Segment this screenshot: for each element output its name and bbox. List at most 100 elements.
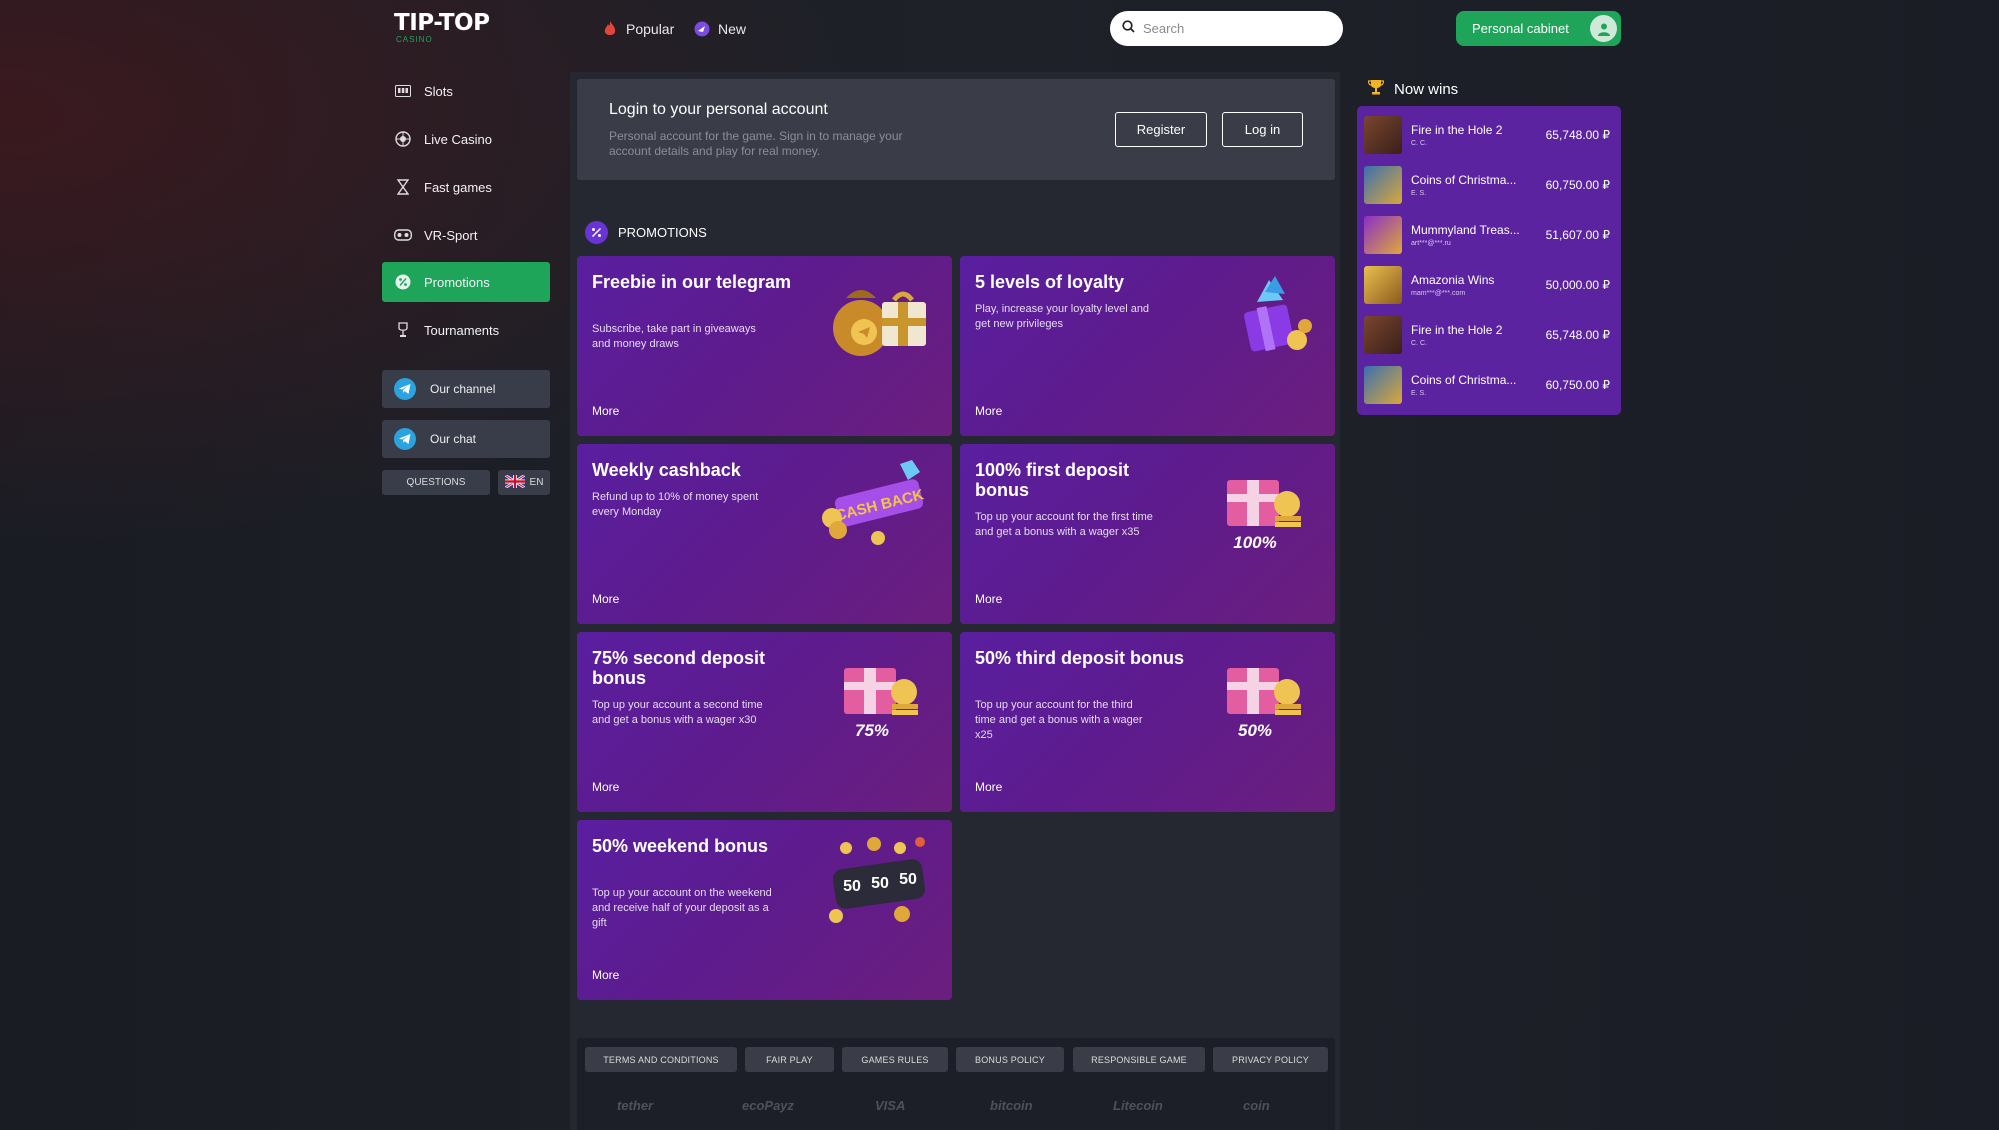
promo-description: Top up your account for the third time a…: [975, 699, 1143, 741]
search-input[interactable]: [1143, 21, 1333, 36]
more-link[interactable]: More: [592, 404, 619, 418]
sidebar-item-tournaments[interactable]: Tournaments: [382, 310, 550, 350]
sidebar-item-label: Slots: [424, 83, 453, 99]
win-amount: 65,748.00 ₽: [1545, 128, 1610, 142]
now-wins-label: Now wins: [1394, 80, 1459, 98]
percent-art-text: 50%: [1238, 721, 1272, 740]
footer-link-fair-play[interactable]: FAIR PLAY: [745, 1047, 834, 1072]
sidebar-item-promotions[interactable]: Promotions: [382, 262, 550, 302]
our-channel-label: Our channel: [430, 382, 496, 396]
win-row[interactable]: Fire in the Hole 2 C. C. 65,748.00 ₽: [1364, 313, 1616, 357]
more-link[interactable]: More: [975, 404, 1002, 418]
search-bar[interactable]: [1110, 11, 1343, 46]
game-thumbnail: [1364, 366, 1402, 404]
game-thumbnail: [1364, 216, 1402, 254]
promo-description: Top up your account a second time and ge…: [592, 699, 763, 726]
footer-link-bonus-policy[interactable]: BONUS POLICY: [956, 1047, 1064, 1072]
register-button[interactable]: Register: [1115, 112, 1207, 147]
our-chat-link[interactable]: Our chat: [382, 420, 550, 458]
telegram-icon: [394, 378, 416, 400]
win-row[interactable]: Coins of Christma... E. S. 60,750.00 ₽: [1364, 363, 1616, 407]
ruble-icon: ₽: [1602, 178, 1610, 192]
footer-link-games-rules[interactable]: GAMES RULES: [842, 1047, 948, 1072]
personal-cabinet-button[interactable]: Personal cabinet: [1456, 11, 1621, 46]
footer-link-responsible-game[interactable]: RESPONSIBLE GAME: [1073, 1047, 1205, 1072]
promo-card-telegram[interactable]: Freebie in our telegram Subscribe, take …: [577, 256, 952, 436]
promo-title: Freebie in our telegram: [592, 272, 792, 292]
win-user: mam***@***.com: [1411, 290, 1466, 297]
tether-logo: tether: [617, 1098, 654, 1113]
win-row[interactable]: Fire in the Hole 2 C. C. 65,748.00 ₽: [1364, 113, 1616, 157]
reel-text: 50: [899, 871, 917, 888]
promo-card-weekend[interactable]: 50% weekend bonus Top up your account on…: [577, 820, 952, 1000]
trophy-icon: [394, 321, 412, 339]
nav-new[interactable]: New: [694, 17, 746, 41]
promotions-heading: PROMOTIONS: [585, 221, 707, 244]
promo-card-loyalty[interactable]: 5 levels of loyalty Play, increase your …: [960, 256, 1335, 436]
hourglass-icon: [394, 178, 412, 196]
percent-art-text: 100%: [1233, 533, 1276, 552]
logo[interactable]: TIP-TOP CASINO: [394, 10, 504, 48]
bitcoin-logo: bitcoin: [990, 1098, 1033, 1113]
ruble-icon: ₽: [1602, 128, 1610, 142]
nav-popular[interactable]: Popular: [602, 17, 674, 41]
footer-link-terms[interactable]: TERMS AND CONDITIONS: [585, 1047, 737, 1072]
win-user: art***@***.ru: [1411, 240, 1451, 247]
game-thumbnail: [1364, 166, 1402, 204]
login-button[interactable]: Log in: [1222, 112, 1303, 147]
win-amount: 60,750.00 ₽: [1545, 178, 1610, 192]
game-thumbnail: [1364, 116, 1402, 154]
promo-card-second-deposit[interactable]: 75% second deposit bonus Top up your acc…: [577, 632, 952, 812]
more-link[interactable]: More: [592, 780, 619, 794]
user-avatar-icon: [1590, 15, 1617, 42]
win-row[interactable]: Mummyland Treas... art***@***.ru 51,607.…: [1364, 213, 1616, 257]
percent-icon: [394, 273, 412, 291]
personal-cabinet-label: Personal cabinet: [1472, 21, 1569, 36]
questions-button[interactable]: QUESTIONS: [382, 470, 490, 495]
telegram-icon: [394, 428, 416, 450]
ruble-icon: ₽: [1602, 228, 1610, 242]
sidebar-item-label: Live Casino: [424, 131, 492, 147]
win-game-name: Mummyland Treas...: [1411, 223, 1520, 237]
more-link[interactable]: More: [592, 968, 619, 982]
promo-description: Refund up to 10% of money spent every Mo…: [592, 491, 759, 518]
sidebar-item-vr-sport[interactable]: VR-Sport: [382, 215, 550, 255]
win-game-name: Amazonia Wins: [1411, 273, 1495, 287]
sidebar-item-slots[interactable]: Slots: [382, 71, 550, 111]
coin-logo: coin: [1243, 1098, 1270, 1113]
promo-card-third-deposit[interactable]: 50% third deposit bonus Top up your acco…: [960, 632, 1335, 812]
gift-box-icon: [1199, 270, 1319, 365]
more-link[interactable]: More: [975, 592, 1002, 606]
slot-machine-icon: [394, 82, 412, 100]
promo-card-cashback[interactable]: Weekly cashback Refund up to 10% of mone…: [577, 444, 952, 624]
nav-new-label: New: [718, 21, 747, 37]
promo-description: Subscribe, take part in giveaways and mo…: [592, 323, 756, 350]
gift-coins-icon: 100%: [1199, 458, 1319, 553]
language-selector[interactable]: EN: [498, 470, 550, 495]
gift-coins-icon: 75%: [816, 646, 936, 741]
our-channel-link[interactable]: Our channel: [382, 370, 550, 408]
logo-text: TIP-TOP: [394, 10, 490, 36]
win-game-name: Fire in the Hole 2: [1411, 123, 1503, 137]
ruble-icon: ₽: [1602, 278, 1610, 292]
promo-card-first-deposit[interactable]: 100% first deposit bonus Top up your acc…: [960, 444, 1335, 624]
sidebar-item-fast-games[interactable]: Fast games: [382, 167, 550, 207]
litecoin-logo: Litecoin: [1113, 1098, 1163, 1113]
win-row[interactable]: Amazonia Wins mam***@***.com 50,000.00 ₽: [1364, 263, 1616, 307]
game-thumbnail: [1364, 266, 1402, 304]
promo-title: 50% third deposit bonus: [975, 648, 1185, 668]
win-amount: 51,607.00 ₽: [1545, 228, 1610, 242]
fire-icon: [602, 21, 618, 37]
ruble-icon: ₽: [1602, 378, 1610, 392]
login-title: Login to your personal account: [609, 101, 828, 118]
more-link[interactable]: More: [592, 592, 619, 606]
win-row[interactable]: Coins of Christma... E. S. 60,750.00 ₽: [1364, 163, 1616, 207]
footer-link-privacy-policy[interactable]: PRIVACY POLICY: [1213, 1047, 1328, 1072]
slot-reels-icon: 50 50 50: [816, 834, 936, 929]
win-user: C. C.: [1411, 340, 1427, 347]
sidebar-item-live-casino[interactable]: Live Casino: [382, 119, 550, 159]
percent-art-text: 75%: [855, 721, 889, 740]
language-code: EN: [529, 477, 544, 488]
more-link[interactable]: More: [975, 780, 1002, 794]
game-thumbnail: [1364, 316, 1402, 354]
